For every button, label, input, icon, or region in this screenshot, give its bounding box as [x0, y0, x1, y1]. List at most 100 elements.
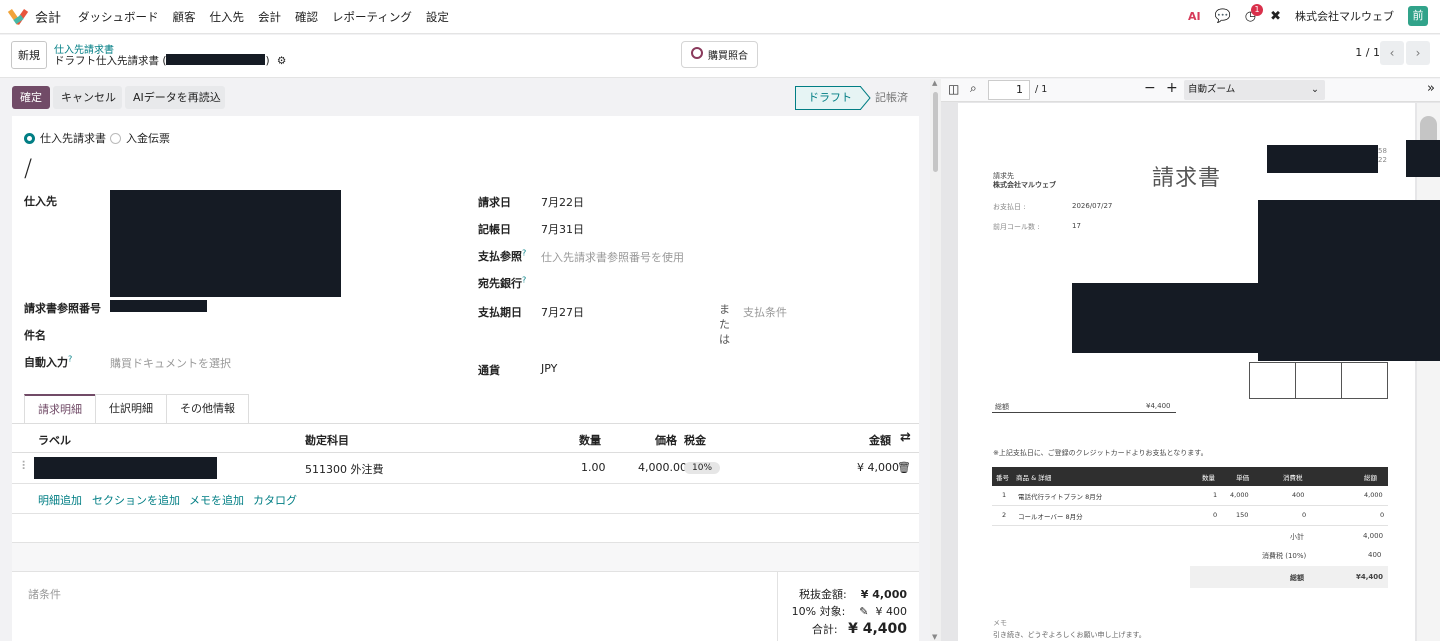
- pdf-th-qty: 数量: [1202, 474, 1215, 482]
- tools-menu-icon[interactable]: »: [1427, 81, 1435, 96]
- bill-reference-field[interactable]: [110, 300, 207, 312]
- accounting-date-field[interactable]: 7月31日: [541, 221, 584, 237]
- drag-handle-icon[interactable]: ⠇: [21, 459, 30, 473]
- line-tax-badge[interactable]: 10%: [684, 462, 721, 474]
- table-row[interactable]: ⠇ 511300 外注費 1.00 4,000.00 10% ¥ 4,000 🗑: [12, 453, 919, 484]
- zoom-out-icon[interactable]: −: [1144, 80, 1156, 96]
- pdf-subtotal-label: 小計: [1290, 533, 1304, 541]
- col-label[interactable]: ラベル: [38, 432, 71, 448]
- menu-settings[interactable]: 設定: [426, 9, 449, 25]
- terms-input[interactable]: 諸条件: [28, 586, 61, 602]
- activity-icon[interactable]: ◷ 1: [1245, 3, 1264, 24]
- new-button[interactable]: 新規: [11, 41, 47, 69]
- col-quantity[interactable]: 数量: [579, 432, 601, 448]
- search-icon[interactable]: ⌕: [970, 81, 977, 96]
- pdf-memo-label: メモ: [993, 619, 1007, 627]
- menu-reporting[interactable]: レポーティング: [332, 9, 412, 25]
- status-draft[interactable]: ドラフト: [795, 86, 861, 110]
- match-icon: [691, 47, 703, 59]
- payment-reference-input[interactable]: 仕入先請求書参照番号を使用: [541, 249, 684, 265]
- chevron-down-icon: ⌄: [1311, 84, 1319, 95]
- pencil-icon[interactable]: ✎: [859, 605, 868, 618]
- tab-invoice-lines[interactable]: 請求明細: [24, 394, 96, 423]
- invoice-date-field[interactable]: 7月22日: [541, 194, 584, 210]
- status-posted[interactable]: 記帳済: [875, 86, 908, 110]
- menu-vendors[interactable]: 仕入先: [210, 9, 245, 25]
- col-price[interactable]: 価格: [655, 432, 677, 448]
- menu-dashboard[interactable]: ダッシュボード: [78, 9, 159, 25]
- column-toggle-icon[interactable]: ⇄: [900, 430, 911, 445]
- scroll-down-icon[interactable]: ▼: [932, 633, 937, 641]
- add-line-link[interactable]: 明細追加: [38, 492, 82, 508]
- pager-previous-button[interactable]: ‹: [1380, 41, 1404, 65]
- company-switcher[interactable]: 株式会社マルウェブ: [1295, 8, 1394, 24]
- add-section-link[interactable]: セクションを追加: [92, 492, 180, 508]
- pdf-cell: 400: [1292, 491, 1305, 499]
- pdf-table-header: 番号 商品 & 詳細 数量 単価 消費税 総額: [992, 467, 1388, 486]
- vendor-field[interactable]: [110, 190, 341, 297]
- line-amount-cell[interactable]: ¥ 4,000: [857, 461, 899, 474]
- gear-icon[interactable]: ⚙: [277, 55, 286, 67]
- autofill-input[interactable]: 購買ドキュメントを選択: [110, 355, 231, 371]
- radio-vendor-bill[interactable]: 仕入先請求書: [24, 130, 106, 146]
- control-panel: 新規 仕入先請求書 ドラフト仕入先請求書 () ⚙ 購買照合 1 / 1 ‹ ›: [0, 35, 1440, 78]
- pdf-items-table: 番号 商品 & 詳細 数量 単価 消費税 総額 1 電話代行ライトプラン 8月分…: [992, 467, 1388, 526]
- currency-field[interactable]: JPY: [541, 362, 557, 375]
- zoom-select[interactable]: 自動ズーム ⌄: [1184, 80, 1325, 100]
- tab-journal-items[interactable]: 仕訳明細: [95, 394, 167, 423]
- radio-receipt[interactable]: 入金伝票: [110, 130, 170, 146]
- pdf-th-unit: 単価: [1236, 474, 1249, 482]
- pager-value[interactable]: 1 / 1: [1355, 46, 1380, 59]
- sidebar-toggle-icon[interactable]: ◫: [948, 82, 959, 96]
- lines-header: ラベル 勘定科目 数量 価格 税金 金額 ⇄: [12, 423, 919, 453]
- pdf-th-tax: 消費税: [1283, 474, 1303, 482]
- pdf-consumption: 400: [1368, 551, 1382, 559]
- line-quantity-cell[interactable]: 1.00: [581, 461, 606, 474]
- tab-other-info[interactable]: その他情報: [166, 394, 249, 423]
- ai-icon[interactable]: AI: [1188, 10, 1201, 23]
- form-scrollbar[interactable]: ▲ ▼: [930, 79, 941, 641]
- confirm-button[interactable]: 確定: [12, 86, 50, 109]
- help-icon[interactable]: ?: [68, 354, 72, 363]
- pdf-cell: コールオーバー 8月分: [1018, 513, 1083, 521]
- help-icon[interactable]: ?: [522, 275, 526, 284]
- line-label-cell[interactable]: [34, 457, 217, 479]
- menu-review[interactable]: 確認: [295, 9, 318, 25]
- col-account[interactable]: 勘定科目: [305, 432, 349, 448]
- pdf-calls-label: 前月コール数 :: [993, 223, 1040, 231]
- app-logo-icon[interactable]: [7, 8, 29, 26]
- recipient-bank-label: 宛先銀行?: [478, 275, 526, 291]
- line-price-cell[interactable]: 4,000.00: [638, 461, 687, 474]
- pager-next-button[interactable]: ›: [1406, 41, 1430, 65]
- breadcrumb-current-label: ドラフト仕入先請求書 (: [54, 55, 167, 67]
- scroll-up-icon[interactable]: ▲: [932, 79, 937, 87]
- radio-selected-icon: [24, 132, 35, 144]
- due-date-field[interactable]: 7月27日: [541, 304, 584, 320]
- pdf-cell: 0: [1213, 511, 1218, 519]
- user-avatar[interactable]: 前: [1408, 6, 1428, 26]
- pdf-subtotal: 4,000: [1363, 532, 1384, 540]
- add-note-link[interactable]: メモを追加: [189, 492, 244, 508]
- pdf-scrollbar[interactable]: [1417, 103, 1440, 641]
- col-amount[interactable]: 金額: [869, 432, 891, 448]
- pdf-cell: 1: [1002, 491, 1007, 499]
- chat-icon[interactable]: 💬: [1215, 9, 1231, 24]
- pdf-page-input[interactable]: 1: [988, 80, 1030, 100]
- app-name[interactable]: 会計: [35, 7, 61, 26]
- menu-accounting[interactable]: 会計: [258, 9, 281, 25]
- pdf-stamp-boxes: [1249, 362, 1388, 399]
- form-scrollbar-thumb[interactable]: [933, 92, 938, 172]
- catalog-link[interactable]: カタログ: [253, 492, 297, 508]
- menu-customers[interactable]: 顧客: [173, 9, 196, 25]
- line-account-cell[interactable]: 511300 外注費: [305, 461, 384, 477]
- help-icon[interactable]: ?: [522, 248, 526, 257]
- purchase-match-button[interactable]: 購買照合: [681, 41, 758, 68]
- col-tax[interactable]: 税金: [684, 432, 706, 448]
- zoom-in-icon[interactable]: +: [1166, 80, 1178, 96]
- pdf-toolbar: ◫ ⌕ 1 / 1 − + 自動ズーム ⌄ »: [941, 79, 1440, 102]
- debug-tools-icon[interactable]: ✖: [1270, 9, 1281, 24]
- trash-icon[interactable]: 🗑: [897, 461, 911, 474]
- cancel-button[interactable]: キャンセル: [53, 86, 122, 109]
- payment-terms-input[interactable]: 支払条件: [743, 304, 787, 320]
- reload-ai-button[interactable]: AIデータを再読込: [125, 86, 225, 109]
